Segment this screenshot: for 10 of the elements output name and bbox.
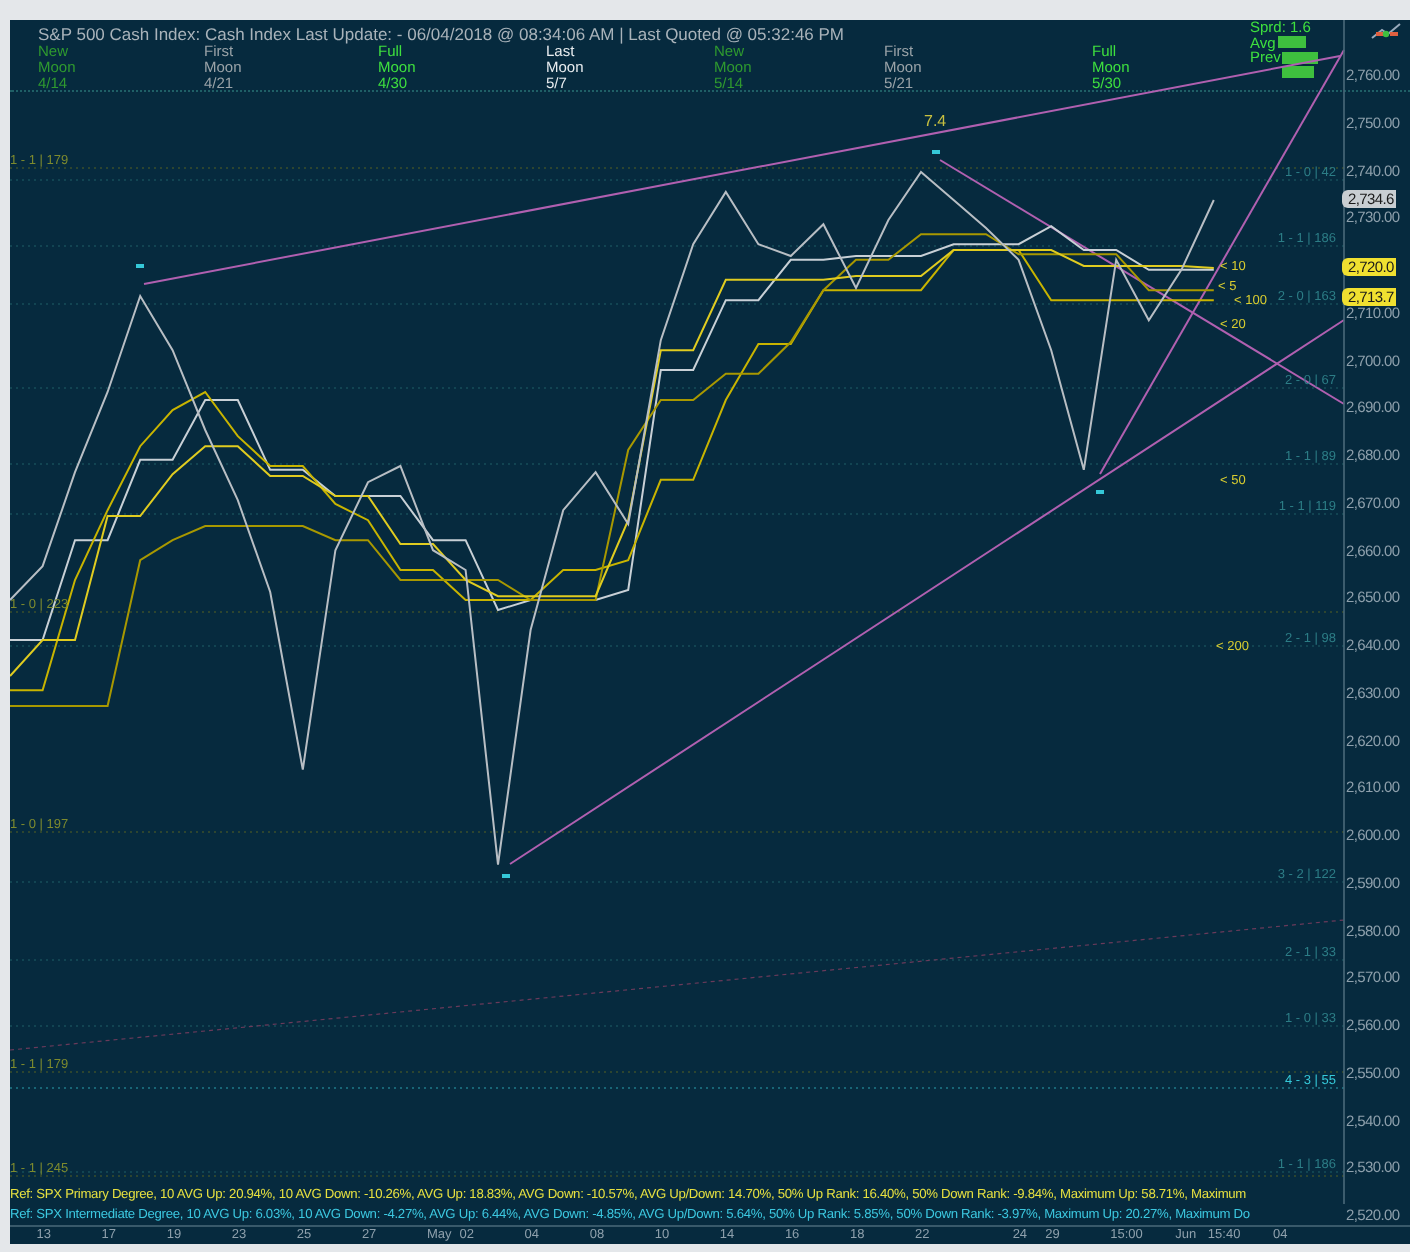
wave-marker: [136, 264, 144, 268]
chart-title: S&P 500 Cash Index: Cash Index Last Update: - 06/04/2018 @ 08:34:06 AM | Last Quoted @ 05:32:46 PM: [38, 24, 845, 44]
previous-indicator: [1282, 51, 1319, 64]
tool-icon[interactable]: [1370, 22, 1402, 42]
wave-marker: [502, 874, 510, 878]
wave-marker: [1096, 490, 1104, 494]
wave-marker: [932, 150, 940, 154]
status-indicator: [1282, 65, 1314, 77]
average-indicator: [1277, 36, 1306, 49]
wave-label: 7.4: [924, 114, 947, 130]
